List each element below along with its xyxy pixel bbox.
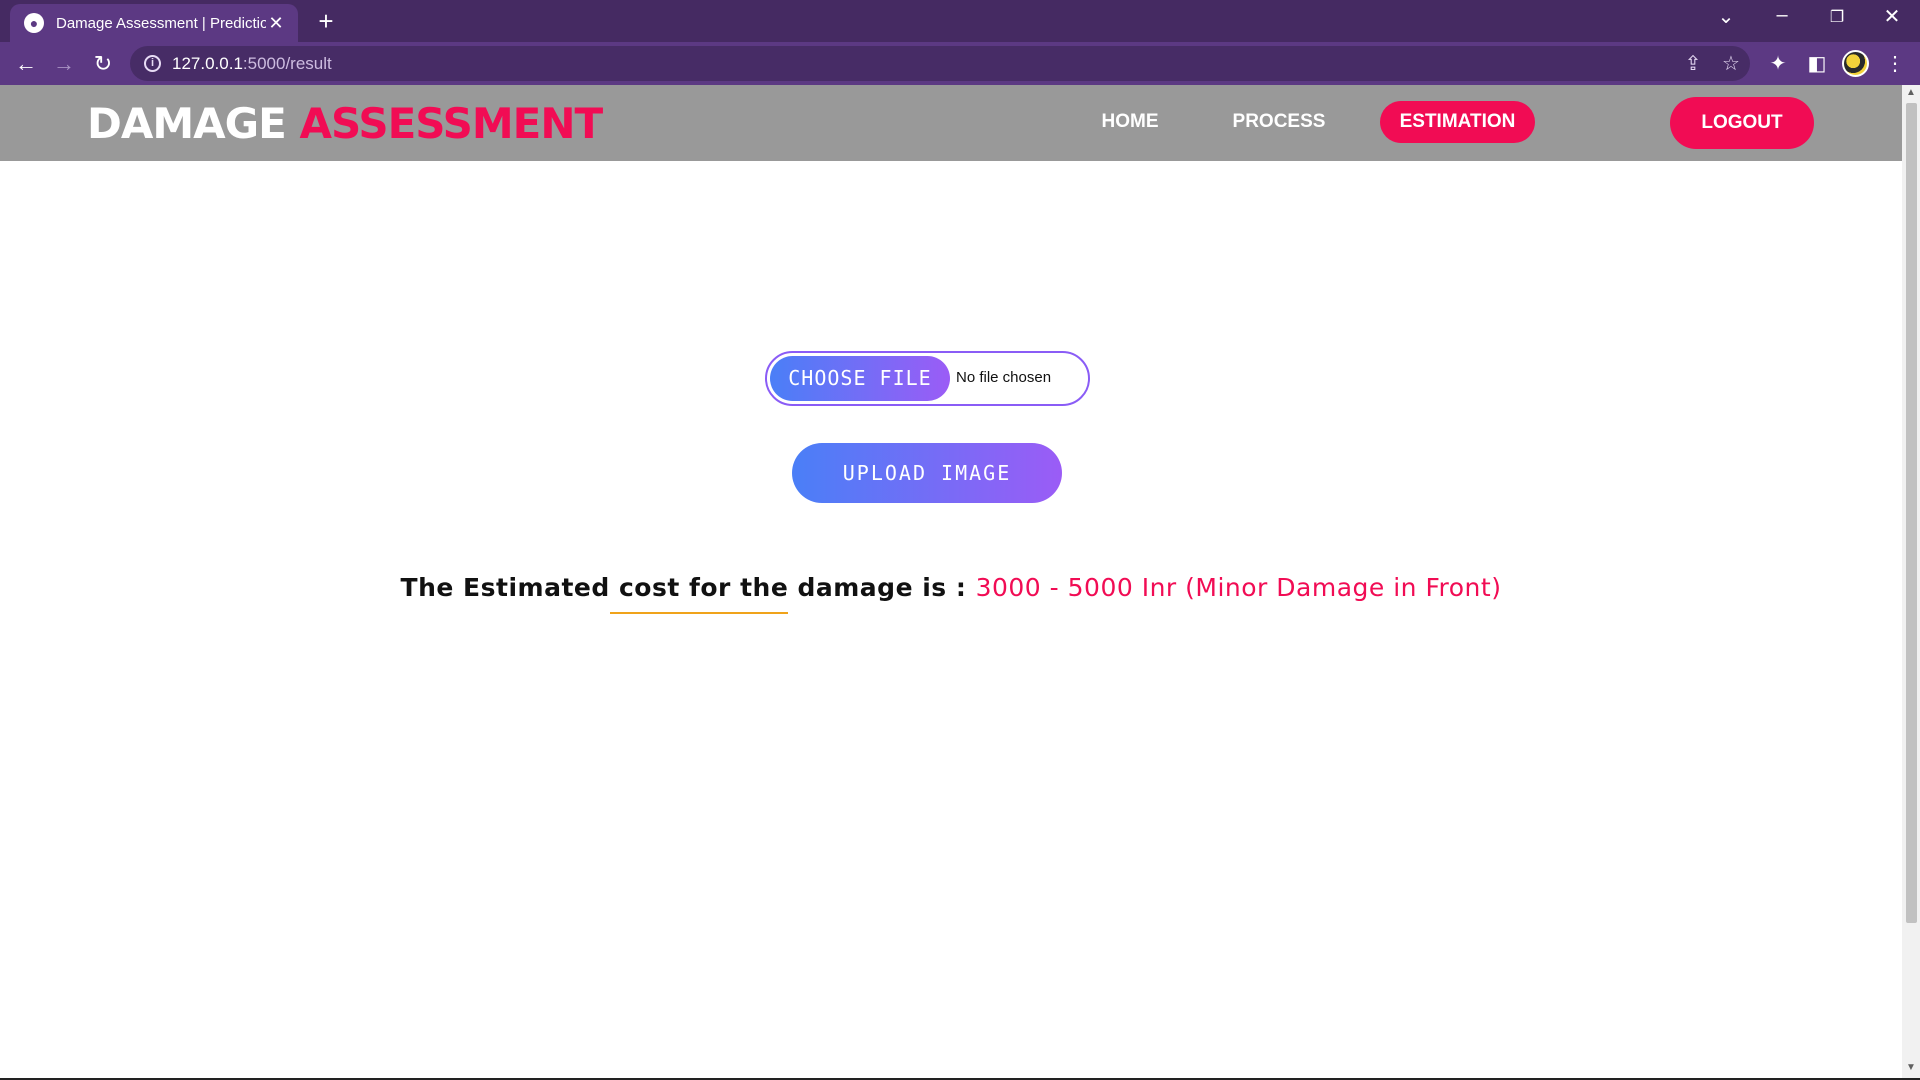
profile-avatar[interactable] bbox=[1842, 50, 1869, 77]
site-header: DAMAGE ASSESSMENT HOME PROCESS ESTIMATIO… bbox=[0, 85, 1902, 161]
brand-word-assessment: ASSESSMENT bbox=[299, 99, 603, 148]
browser-toolbar: ← → ↻ i 127.0.0.1:5000/result ⇪ ☆ ✦ ◧ ⋮ bbox=[0, 42, 1920, 85]
url-text: 127.0.0.1:5000/result bbox=[172, 54, 332, 73]
browser-tab-strip: ● Damage Assessment | Prediction ✕ + ⌄ –… bbox=[0, 0, 1920, 42]
extensions-puzzle-icon[interactable]: ✦ bbox=[1765, 51, 1791, 76]
bookmark-star-icon[interactable]: ☆ bbox=[1718, 51, 1744, 76]
share-icon[interactable]: ⇪ bbox=[1680, 51, 1706, 76]
forward-arrow-icon[interactable]: → bbox=[50, 50, 78, 78]
tab-close-icon[interactable]: ✕ bbox=[266, 13, 286, 34]
browser-menu-icon[interactable]: ⋮ bbox=[1882, 51, 1908, 76]
nav-estimation[interactable]: ESTIMATION bbox=[1380, 101, 1535, 143]
site-info-icon[interactable]: i bbox=[144, 55, 161, 72]
reload-icon[interactable]: ↻ bbox=[89, 50, 117, 78]
tab-search-icon[interactable]: ⌄ bbox=[1704, 4, 1748, 29]
tab-title: Damage Assessment | Prediction bbox=[56, 14, 266, 32]
address-bar[interactable]: i 127.0.0.1:5000/result ⇪ ☆ bbox=[130, 46, 1750, 81]
brand-word-damage: DAMAGE bbox=[87, 99, 287, 148]
underline-decoration bbox=[610, 612, 788, 614]
estimate-value: 3000 - 5000 Inr (Minor Damage in Front) bbox=[975, 573, 1502, 602]
nav-home[interactable]: HOME bbox=[1090, 101, 1170, 143]
back-arrow-icon[interactable]: ← bbox=[12, 50, 40, 78]
scroll-down-icon[interactable]: ▼ bbox=[1902, 1060, 1920, 1076]
estimate-label: The Estimated cost for the damage is : bbox=[400, 573, 967, 602]
close-window-icon[interactable]: ✕ bbox=[1870, 4, 1914, 29]
scroll-up-icon[interactable]: ▲ bbox=[1902, 85, 1920, 101]
upload-image-button[interactable]: UPLOAD IMAGE bbox=[792, 443, 1062, 503]
file-input[interactable]: CHOOSE FILE No file chosen bbox=[765, 351, 1090, 406]
browser-tab[interactable]: ● Damage Assessment | Prediction ✕ bbox=[10, 4, 298, 42]
restore-icon[interactable]: ❐ bbox=[1815, 7, 1859, 27]
side-panel-icon[interactable]: ◧ bbox=[1804, 51, 1830, 76]
globe-icon: ● bbox=[24, 13, 44, 33]
new-tab-icon[interactable]: + bbox=[312, 7, 340, 35]
file-status-text: No file chosen bbox=[956, 369, 1052, 386]
choose-file-button[interactable]: CHOOSE FILE bbox=[770, 356, 950, 401]
nav-process[interactable]: PROCESS bbox=[1226, 101, 1332, 143]
site-logo[interactable]: DAMAGE ASSESSMENT bbox=[87, 99, 603, 148]
estimate-result: The Estimated cost for the damage is : 3… bbox=[0, 573, 1902, 602]
scrollbar-thumb[interactable] bbox=[1906, 103, 1917, 923]
page-scrollbar[interactable]: ▲ ▼ bbox=[1902, 85, 1920, 1080]
minimize-icon[interactable]: – bbox=[1760, 4, 1804, 27]
logout-button[interactable]: LOGOUT bbox=[1670, 97, 1814, 149]
page-viewport: DAMAGE ASSESSMENT HOME PROCESS ESTIMATIO… bbox=[0, 85, 1902, 1080]
